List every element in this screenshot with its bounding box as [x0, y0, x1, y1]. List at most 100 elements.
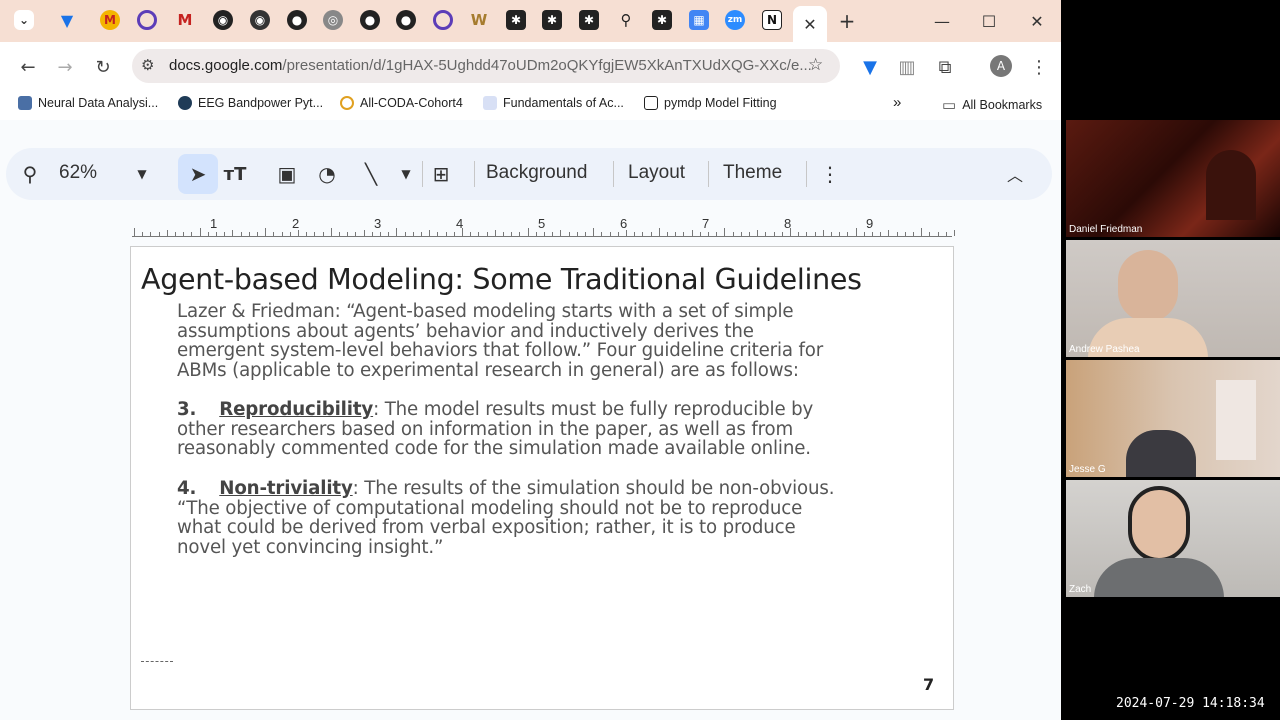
extensions-puzzle-icon[interactable]: ⧉ [932, 54, 958, 80]
ruler-tick [265, 228, 267, 236]
tab-pattern-icon-2[interactable]: ✱ [542, 10, 562, 30]
url-host: docs.google.com [169, 57, 283, 74]
ruler-label: 3 [374, 216, 382, 231]
tab-pattern-icon-3[interactable]: ✱ [579, 10, 599, 30]
item-4-line[interactable]: “The objective of computational modeling… [177, 498, 802, 519]
folder-icon: ▭ [942, 97, 957, 114]
site-info-icon[interactable]: ⚙ [141, 56, 154, 74]
tab-calendar-icon[interactable]: ▦ [689, 10, 709, 30]
item-4-line[interactable]: novel yet convincing insight.” [177, 537, 443, 558]
tab-gmail-icon[interactable]: M [100, 10, 120, 30]
tab-vee-icon[interactable]: ▼ [57, 10, 77, 30]
tab-dark-icon-2[interactable]: ◉ [250, 10, 270, 30]
tab-pattern-icon-4[interactable]: ✱ [652, 10, 672, 30]
screen: ⌄ ▼ M M ◉ ◉ ● ◎ ● ● W ✱ ✱ ✱ ⚲ ✱ ▦ zm N ✕… [0, 0, 1280, 720]
address-bar[interactable]: ⚙ docs.google.com/presentation/d/1gHAX-5… [132, 49, 840, 83]
new-tab-icon[interactable]: + [834, 8, 860, 34]
toolbar-separator [708, 161, 709, 187]
url-path: /presentation/d/1gHAX-5Ughdd47oUDm2oQKYf… [282, 57, 812, 74]
zoom-icon[interactable]: ⚲ [17, 161, 43, 187]
collapse-toolbar-icon[interactable]: ︿ [1002, 161, 1028, 187]
tab-zoom-icon[interactable]: zm [725, 10, 745, 30]
ruler-tick [134, 228, 135, 236]
more-options-icon[interactable]: ⋮ [817, 161, 843, 187]
bookmark-ring-icon [340, 96, 354, 110]
reload-icon[interactable]: ↻ [90, 54, 116, 80]
tab-chrome-icon[interactable]: ◎ [323, 10, 343, 30]
extension-reader-icon[interactable]: ▥ [894, 54, 920, 80]
tab-notion-icon[interactable]: N [762, 10, 782, 30]
forward-icon[interactable]: → [52, 54, 78, 80]
tab-figure-icon[interactable]: ⚲ [616, 10, 636, 30]
participant-tile[interactable]: Jesse G [1066, 360, 1280, 477]
line-dropdown-icon[interactable]: ▼ [393, 161, 419, 187]
browser-menu-icon[interactable]: ⋮ [1026, 54, 1052, 80]
tab-circle-icon-2[interactable] [433, 10, 453, 30]
profile-avatar[interactable]: A [990, 55, 1012, 77]
slides-toolbar: ⚲ 62% ▼ ➤ тT ▣ ◔ ╲ ▼ ⊞ Background Layout… [6, 148, 1052, 200]
shape-icon[interactable]: ◔ [314, 161, 340, 187]
tab-pattern-icon[interactable]: ✱ [506, 10, 526, 30]
line-icon[interactable]: ╲ [358, 161, 384, 187]
bookmark-eeg-bandpower[interactable]: EEG Bandpower Pyt... [178, 96, 323, 110]
tab-github-icon-2[interactable]: ● [360, 10, 380, 30]
zoom-dropdown-icon[interactable]: ▼ [129, 161, 155, 187]
url-text[interactable]: docs.google.com/presentation/d/1gHAX-5Ug… [169, 57, 812, 74]
minimize-icon[interactable]: — [929, 8, 955, 34]
ruler-tick [330, 228, 332, 236]
tab-dark-icon[interactable]: ◉ [213, 10, 233, 30]
intro-line[interactable]: ABMs (applicable to experimental researc… [177, 360, 799, 381]
participant-tile[interactable]: Zach [1066, 480, 1280, 597]
active-tab-close-icon[interactable]: ✕ [793, 6, 827, 42]
bookmarks-overflow[interactable]: » [893, 94, 901, 111]
add-comment-icon[interactable]: ⊞ [428, 161, 454, 187]
tab-strip: ⌄ ▼ M M ◉ ◉ ● ◎ ● ● W ✱ ✱ ✱ ⚲ ✱ ▦ zm N ✕… [0, 0, 1061, 42]
video-feed [1216, 380, 1256, 460]
tab-github-icon[interactable]: ● [287, 10, 307, 30]
item-3-line[interactable]: other researchers based on information i… [177, 419, 793, 440]
toolbar-separator [474, 161, 475, 187]
extension-vee-icon[interactable]: ▼ [857, 54, 883, 80]
slide-page-number: 7 [923, 675, 935, 694]
all-bookmarks[interactable]: ▭ All Bookmarks [942, 96, 1042, 114]
toolbar-separator [613, 161, 614, 187]
tab-search-icon[interactable]: ⌄ [14, 10, 34, 30]
text-box-icon[interactable]: тT [222, 161, 248, 187]
bookmark-pymdp[interactable]: pymdp Model Fitting [644, 96, 777, 110]
layout-button[interactable]: Layout [628, 162, 685, 184]
tab-circle-icon[interactable] [137, 10, 157, 30]
ruler-tick [921, 228, 923, 236]
video-feed [1128, 486, 1190, 562]
participant-tile[interactable]: Daniel Friedman [1066, 120, 1280, 237]
bookmark-star-icon[interactable]: ☆ [808, 55, 823, 75]
bookmark-all-coda[interactable]: All-CODA-Cohort4 [340, 96, 463, 110]
maximize-icon[interactable]: ☐ [976, 8, 1002, 34]
tab-w-icon[interactable]: W [469, 10, 489, 30]
item-4-line[interactable]: what could be derived from verbal exposi… [177, 518, 796, 538]
theme-button[interactable]: Theme [723, 162, 782, 184]
slide-canvas[interactable]: Agent-based Modeling: Some Traditional G… [130, 246, 954, 710]
intro-line[interactable]: assumptions about agents’ behavior and i… [177, 321, 754, 342]
slide-title[interactable]: Agent-based Modeling: Some Traditional G… [141, 263, 862, 296]
tab-github-icon-3[interactable]: ● [396, 10, 416, 30]
zoom-level[interactable]: 62% [59, 162, 97, 184]
background-button[interactable]: Background [486, 162, 587, 184]
close-window-icon[interactable]: ✕ [1024, 8, 1050, 34]
insert-image-icon[interactable]: ▣ [274, 161, 300, 187]
participant-name: Andrew Pashea [1069, 344, 1140, 355]
item-3-line[interactable]: reasonably commented code for the simula… [177, 439, 811, 459]
item-4-first-line[interactable]: 4. Non-triviality: The results of the sim… [177, 478, 835, 499]
back-icon[interactable]: ← [15, 54, 41, 80]
intro-line[interactable]: Lazer & Friedman: “Agent-based modeling … [177, 302, 794, 322]
intro-line[interactable]: emergent system-level behaviors that fol… [177, 341, 823, 361]
participant-tile[interactable]: Andrew Pashea [1066, 240, 1280, 357]
select-cursor-icon[interactable]: ➤ [185, 161, 211, 187]
profile-initial: A [996, 59, 1006, 73]
bookmark-fundamentals[interactable]: Fundamentals of Ac... [483, 96, 624, 110]
tab-gmail-icon-2[interactable]: M [175, 10, 195, 30]
item-3-first-line[interactable]: 3. Reproducibility: The model results mus… [177, 400, 813, 420]
horizontal-ruler[interactable]: 1 2 3 4 5 6 7 8 9 [132, 216, 955, 238]
item-4-text: : The results of the simulation should b… [352, 478, 835, 499]
toolbar-separator [806, 161, 807, 187]
bookmark-neural-data[interactable]: Neural Data Analysi... [18, 96, 158, 110]
